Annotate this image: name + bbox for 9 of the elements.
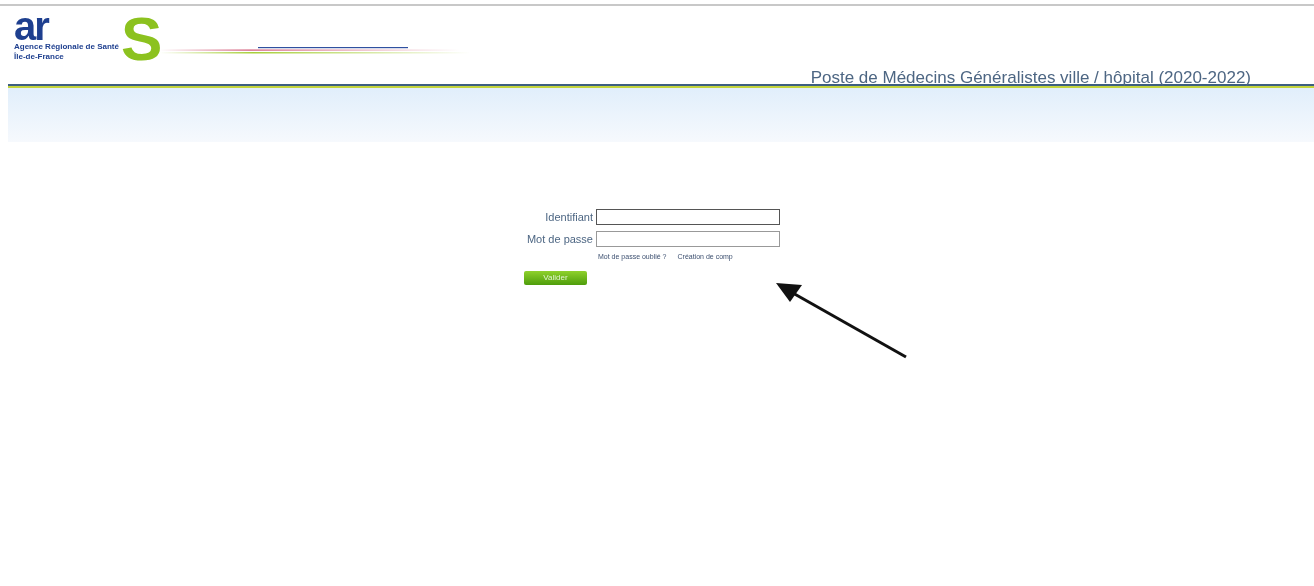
logo-letters: ar — [14, 10, 49, 42]
logo-tagline: Agence Régionale de Santé — [14, 42, 119, 51]
username-field[interactable] — [596, 209, 780, 226]
password-field[interactable] — [596, 230, 780, 247]
page-title: Poste de Médecins Généralistes ville / hôpital (2020-2022) — [810, 67, 1251, 89]
logo-letter: S — [120, 10, 163, 68]
field-label: Mot de passe — [526, 231, 593, 247]
logo-region: Île-de-France — [14, 52, 64, 62]
field-label: Identifiant — [545, 210, 593, 225]
